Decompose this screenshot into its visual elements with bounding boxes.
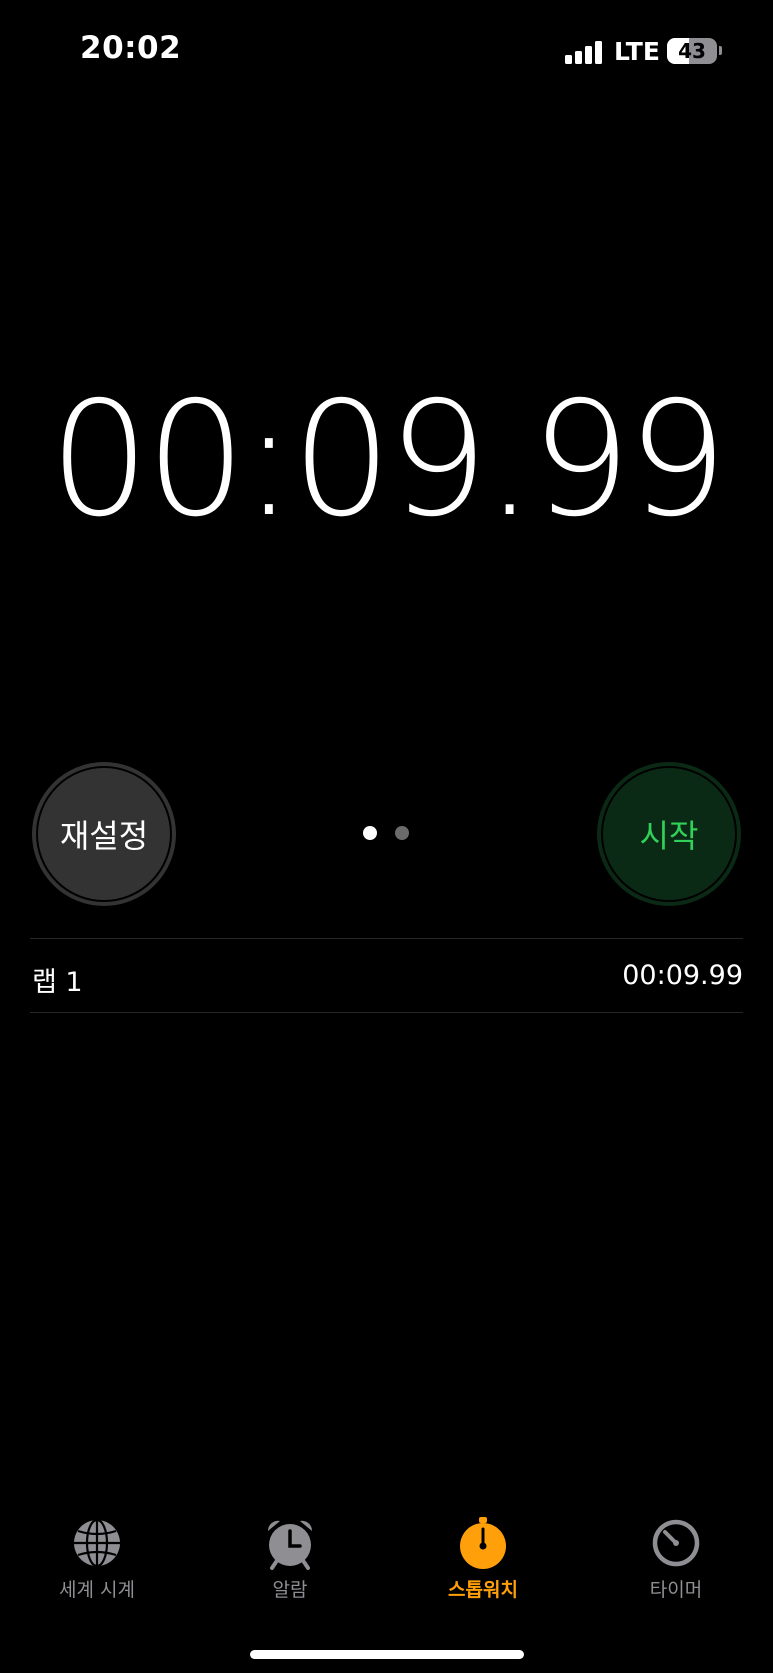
tab-label: 스톱워치	[448, 1579, 518, 1601]
start-button[interactable]: 시작	[597, 762, 741, 906]
battery-level: 43	[678, 39, 706, 63]
globe-icon	[74, 1518, 120, 1568]
lap-label: 랩 1	[32, 967, 83, 998]
stopwatch-icon	[460, 1517, 506, 1569]
tab-stopwatch[interactable]: 스톱워치	[398, 1515, 568, 1615]
timer-icon	[652, 1519, 700, 1567]
page-dot-2[interactable]	[395, 826, 409, 840]
lap-divider-bottom	[30, 1012, 743, 1013]
reset-button-label: 재설정	[59, 817, 149, 855]
start-button-label: 시작	[639, 817, 699, 855]
stopwatch-display: 00:09.99	[49, 368, 728, 552]
network-type: LTE	[614, 37, 660, 66]
tab-world-clock[interactable]: 세계 시계	[12, 1515, 182, 1615]
tab-alarm[interactable]: 알람	[205, 1515, 375, 1615]
tab-timer[interactable]: 타이머	[591, 1515, 761, 1615]
tab-label: 세계 시계	[59, 1579, 135, 1601]
cellular-signal-icon	[565, 40, 605, 64]
alarm-clock-icon	[267, 1520, 313, 1570]
battery-cap	[719, 46, 722, 55]
tab-label: 알람	[272, 1579, 308, 1601]
lap-time: 00:09.99	[622, 960, 743, 991]
battery-icon: 43	[667, 38, 717, 64]
lap-divider-top	[30, 938, 743, 939]
status-time: 20:02	[80, 30, 182, 66]
reset-button[interactable]: 재설정	[32, 762, 176, 906]
lap-row: 랩 1 00:09.99	[30, 940, 743, 1014]
page-dot-1[interactable]	[363, 826, 377, 840]
status-bar: 20:02 LTE 43	[0, 0, 773, 100]
tab-label: 타이머	[649, 1579, 703, 1601]
page-indicator[interactable]	[361, 826, 411, 842]
home-indicator[interactable]	[250, 1650, 524, 1659]
